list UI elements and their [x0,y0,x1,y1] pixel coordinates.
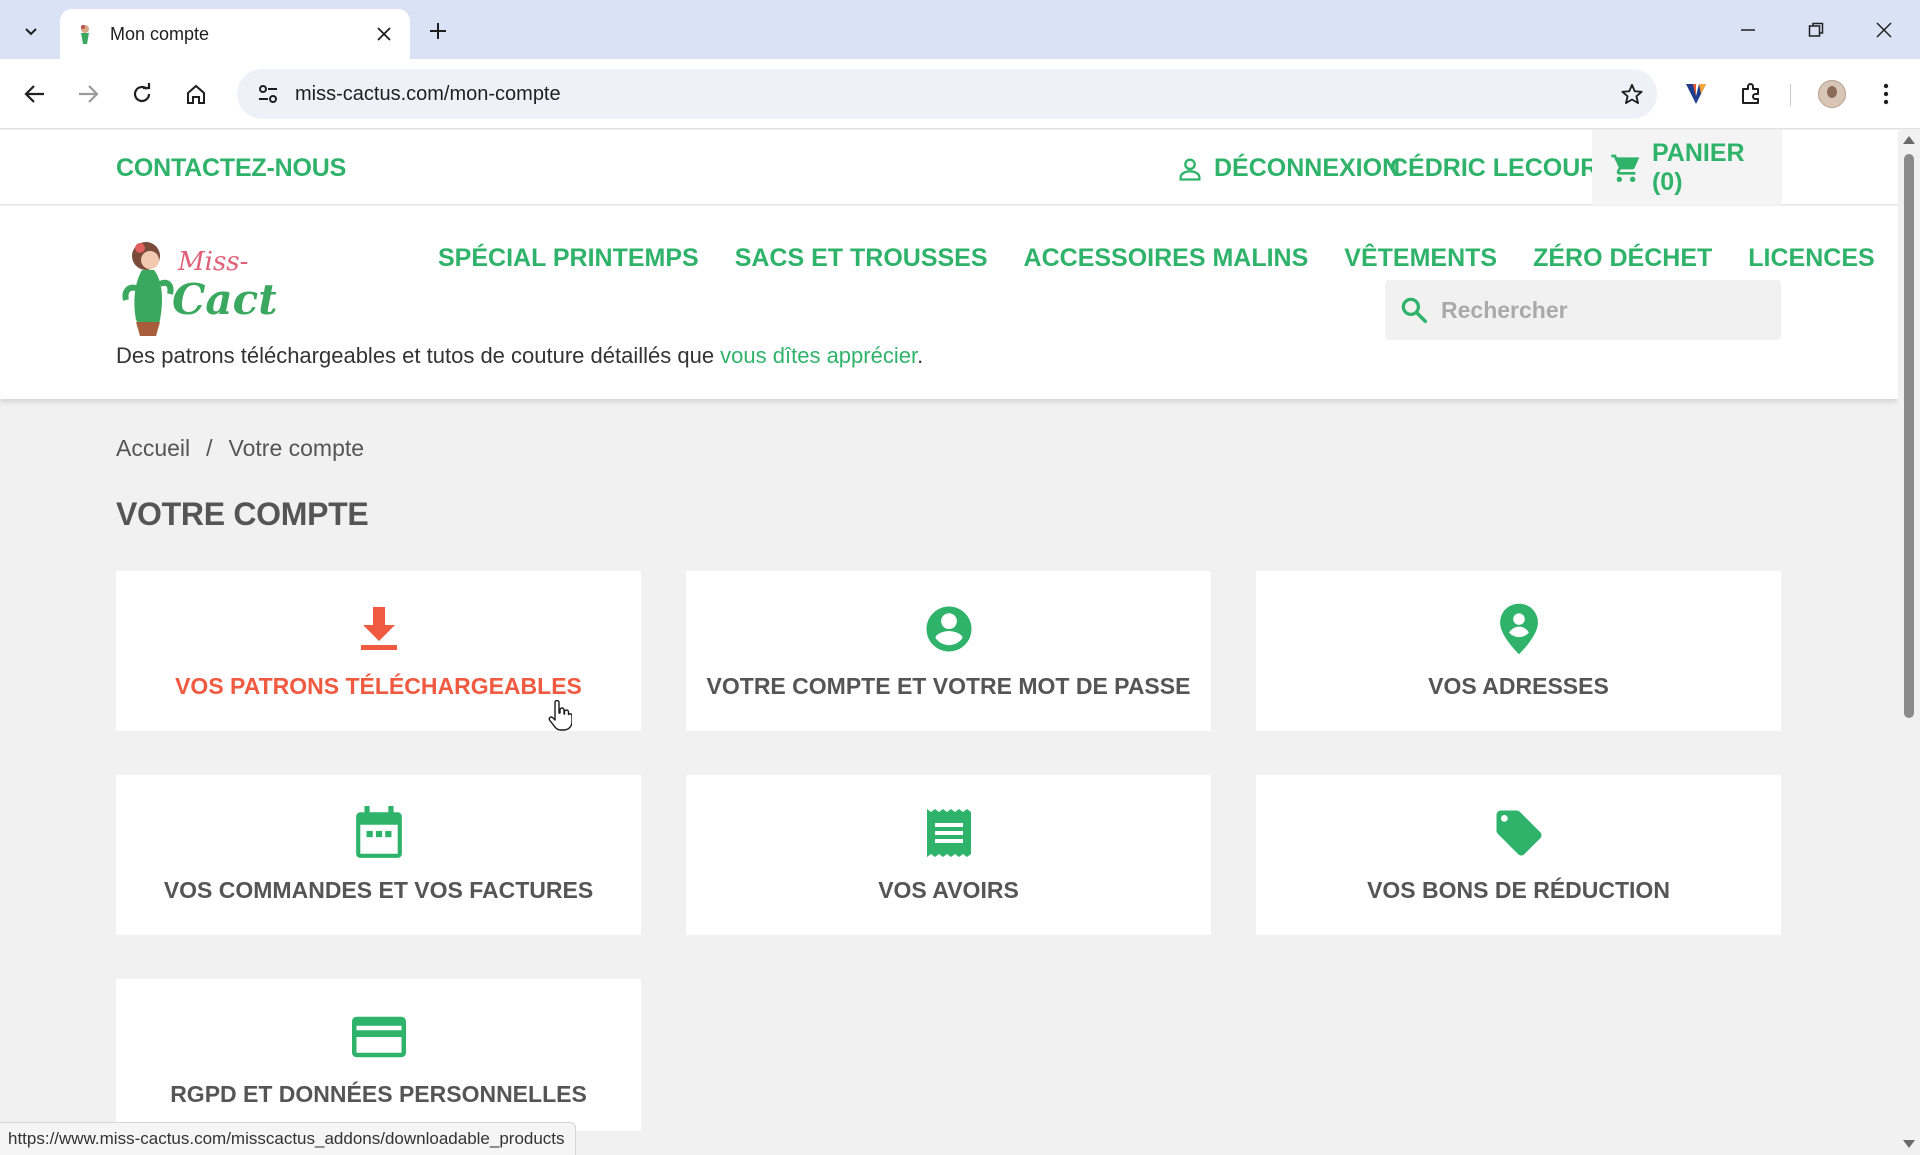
scroll-down-arrow-icon[interactable] [1903,1140,1915,1148]
card-account-password[interactable]: VOTRE COMPTE ET VOTRE MOT DE PASSE [686,571,1211,731]
scroll-up-arrow-icon[interactable] [1903,136,1915,144]
logout-link[interactable]: DÉCONNEXION [1176,154,1400,183]
profile-avatar-icon[interactable] [1812,74,1852,114]
minimize-icon[interactable] [1726,8,1770,52]
url-text: miss-cactus.com/mon-compte [295,82,561,105]
status-bar-url: https://www.miss-cactus.com/misscactus_a… [0,1122,576,1155]
tagline-end: . [917,343,924,368]
home-icon[interactable] [176,74,216,114]
menu-item-special-printemps[interactable]: SPÉCIAL PRINTEMPS [438,244,699,273]
forward-arrow-icon[interactable] [68,74,108,114]
card-addresses[interactable]: VOS ADRESSES [1256,571,1781,731]
card-label: VOS PATRONS TÉLÉCHARGEABLES [175,673,582,699]
menu-item-accessoires-malins[interactable]: ACCESSOIRES MALINS [1024,244,1309,273]
search-input[interactable] [1441,296,1761,324]
browser-tab-bar: Mon compte [0,0,1920,59]
receipt-icon [925,803,973,863]
main-menu: SPÉCIAL PRINTEMPS SACS ET TROUSSES ACCES… [438,244,1875,273]
site-top-nav: CONTACTEZ-NOUS DÉCONNEXION CÉDRIC LECOUR… [0,130,1898,205]
close-window-icon[interactable] [1862,8,1906,52]
card-label: VOS BONS DE RÉDUCTION [1367,877,1670,903]
page-title: VOTRE COMPTE [116,496,369,532]
tagline-text: Des patrons téléchargeables et tutos de … [116,343,721,368]
site-header: Miss- Cactus SPÉCIAL PRINTEMPS SACS ET T… [0,206,1898,399]
card-label: RGPD ET DONNÉES PERSONNELLES [170,1081,587,1107]
tab-title: Mon compte [110,23,210,44]
address-bar[interactable]: miss-cactus.com/mon-compte [237,69,1657,119]
menu-item-sacs-et-trousses[interactable]: SACS ET TROUSSES [735,244,988,273]
vivaldi-extension-icon[interactable] [1676,74,1716,114]
scroll-thumb[interactable] [1904,154,1914,718]
new-tab-plus-icon[interactable] [420,13,456,49]
site-settings-icon[interactable] [245,69,291,119]
hand-pointer-cursor-icon [548,700,572,731]
credit-card-icon [351,1007,406,1067]
logout-label: DÉCONNEXION [1214,154,1401,182]
tagline-link[interactable]: vous dîtes apprécier [720,343,917,368]
card-orders-invoices[interactable]: VOS COMMANDES ET VOS FACTURES [116,775,641,935]
card-gdpr-personal-data[interactable]: RGPD ET DONNÉES PERSONNELLES [116,979,641,1131]
page-scrollbar[interactable] [1898,130,1920,1155]
cart-link[interactable]: PANIER (0) [1592,130,1782,205]
card-label: VOTRE COMPTE ET VOTRE MOT DE PASSE [706,673,1191,699]
restore-icon[interactable] [1794,8,1838,52]
back-arrow-icon[interactable] [15,74,55,114]
svg-text:Cactus: Cactus [172,275,276,324]
search-icon[interactable] [1399,295,1429,325]
extensions-puzzle-icon[interactable] [1731,74,1771,114]
card-label: VOS ADRESSES [1428,673,1609,699]
contact-link[interactable]: CONTACTEZ-NOUS [116,154,346,183]
breadcrumb-separator: / [206,435,213,461]
svg-text:Miss-: Miss- [177,247,248,277]
browser-menu-dots-icon[interactable] [1866,74,1906,114]
user-outline-icon [1179,158,1201,181]
browser-toolbar: miss-cactus.com/mon-compte [0,59,1920,129]
toolbar-separator [1790,84,1791,106]
web-page: CONTACTEZ-NOUS DÉCONNEXION CÉDRIC LECOUR… [0,130,1898,1131]
menu-item-vetements[interactable]: VÊTEMENTS [1344,244,1497,273]
miss-cactus-logo[interactable]: Miss- Cactus [116,236,276,338]
menu-item-zero-dechet[interactable]: ZÉRO DÉCHET [1533,244,1712,273]
cart-label: PANIER (0) [1651,138,1745,196]
card-credit-slips[interactable]: VOS AVOIRS [686,775,1211,935]
shopping-cart-icon [1611,154,1640,182]
menu-item-licences[interactable]: LICENCES [1748,244,1874,273]
card-vouchers[interactable]: VOS BONS DE RÉDUCTION [1256,775,1781,935]
calendar-icon [354,803,404,863]
card-label: VOS COMMANDES ET VOS FACTURES [163,877,594,903]
download-icon [357,599,401,659]
tab-search-chevron-icon[interactable] [12,12,50,50]
account-username-link[interactable]: CÉDRIC LECOURT [1390,154,1614,183]
site-tagline: Des patrons téléchargeables et tutos de … [116,343,923,369]
breadcrumb-home-link[interactable]: Accueil [116,435,190,462]
reload-icon[interactable] [122,74,162,114]
breadcrumb: Accueil / Votre compte [116,435,364,462]
bookmark-star-icon[interactable] [1607,69,1657,119]
tag-icon [1492,803,1546,863]
card-label: VOS AVOIRS [878,877,1019,903]
tab-close-icon[interactable] [372,22,396,46]
browser-tab[interactable]: Mon compte [60,9,410,59]
breadcrumb-current: Votre compte [228,435,365,461]
cactus-favicon-icon [81,25,89,44]
account-circle-icon [922,599,976,659]
search-box [1385,280,1781,340]
location-pin-icon [1497,599,1541,659]
